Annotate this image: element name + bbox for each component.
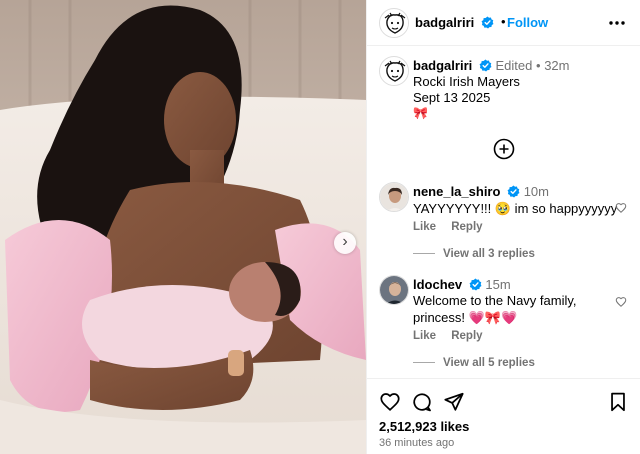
author-username[interactable]: badgalriri (415, 15, 474, 30)
comment-bubble-icon[interactable] (411, 391, 433, 413)
mother-holding-newborn-image (0, 0, 366, 454)
edited-label: Edited (495, 58, 533, 73)
caption-author-row: badgalriri Edited • 32m (413, 58, 569, 73)
caption-age[interactable]: 32m (544, 58, 569, 73)
like-count[interactable]: 2,512,923 likes (379, 419, 469, 434)
comment-username[interactable]: nene_la_shiro (413, 184, 500, 199)
comment-username[interactable]: ldochev (413, 277, 462, 292)
post-header: badgalriri • Follow (367, 0, 640, 46)
caption-line-2: Sept 13 2025 (413, 90, 491, 105)
comment-heart-icon[interactable] (615, 202, 627, 214)
verified-badge-icon (507, 185, 520, 198)
commenter-avatar[interactable] (379, 275, 409, 305)
plus-circle-icon[interactable] (493, 138, 515, 160)
avatar-photo-icon (380, 183, 408, 211)
comment-reply-button[interactable]: Reply (451, 330, 482, 342)
comment-text: YAYYYYYY!!! 🥹 im so happyyyyyy (413, 201, 618, 216)
ellipsis-icon[interactable] (607, 13, 627, 33)
verified-badge-icon (481, 16, 494, 29)
comment-author-row: ldochev 15m (413, 277, 511, 292)
verified-badge-icon (469, 278, 482, 291)
post-photo[interactable]: › (0, 0, 366, 454)
replies-divider (413, 253, 435, 255)
heart-icon[interactable] (379, 391, 401, 413)
view-replies-button[interactable]: View all 5 replies (413, 357, 535, 369)
author-avatar[interactable] (379, 8, 409, 38)
comment-text: Welcome to the Navy family, princess! 💗🎀… (413, 293, 577, 325)
commenter-avatar[interactable] (379, 182, 409, 212)
caption-bow-emoji: 🎀 (413, 106, 428, 120)
post-side-panel: badgalriri • Follow badgalriri Edited • … (366, 0, 640, 454)
view-replies-label: View all 3 replies (443, 248, 535, 260)
post-timestamp[interactable]: 36 minutes ago (379, 437, 454, 449)
avatar-photo-icon (380, 276, 408, 304)
caption-line-1: Rocki Irish Mayers (413, 74, 520, 89)
comment-like-button[interactable]: Like (413, 221, 436, 233)
view-replies-label: View all 5 replies (443, 357, 535, 369)
header-author-row: badgalriri (415, 15, 494, 30)
comment-heart-icon[interactable] (615, 296, 627, 308)
carousel-next-button[interactable]: › (334, 232, 356, 254)
comment-like-button[interactable]: Like (413, 330, 436, 342)
follow-button[interactable]: Follow (507, 15, 548, 30)
comment-age[interactable]: 10m (524, 184, 549, 199)
comment-actions: Like Reply (413, 221, 495, 233)
comment-age[interactable]: 15m (485, 277, 510, 292)
comment-author-row: nene_la_shiro 10m (413, 184, 549, 199)
caption-author-username[interactable]: badgalriri (413, 58, 472, 73)
avatar-sketch-icon (381, 10, 408, 37)
view-replies-button[interactable]: View all 3 replies (413, 248, 535, 260)
caption-meta-separator: • (536, 58, 541, 73)
replies-divider (413, 362, 435, 364)
comment-actions: Like Reply (413, 330, 495, 342)
caption-author-avatar[interactable] (379, 56, 409, 86)
header-separator: • (501, 14, 506, 29)
verified-badge-icon (479, 59, 492, 72)
chevron-right-icon: › (342, 233, 348, 250)
comment-reply-button[interactable]: Reply (451, 221, 482, 233)
post-actions-footer: 2,512,923 likes 36 minutes ago (367, 378, 640, 454)
bookmark-icon[interactable] (607, 391, 629, 413)
paper-plane-icon[interactable] (443, 391, 465, 413)
avatar-sketch-icon (381, 58, 408, 85)
